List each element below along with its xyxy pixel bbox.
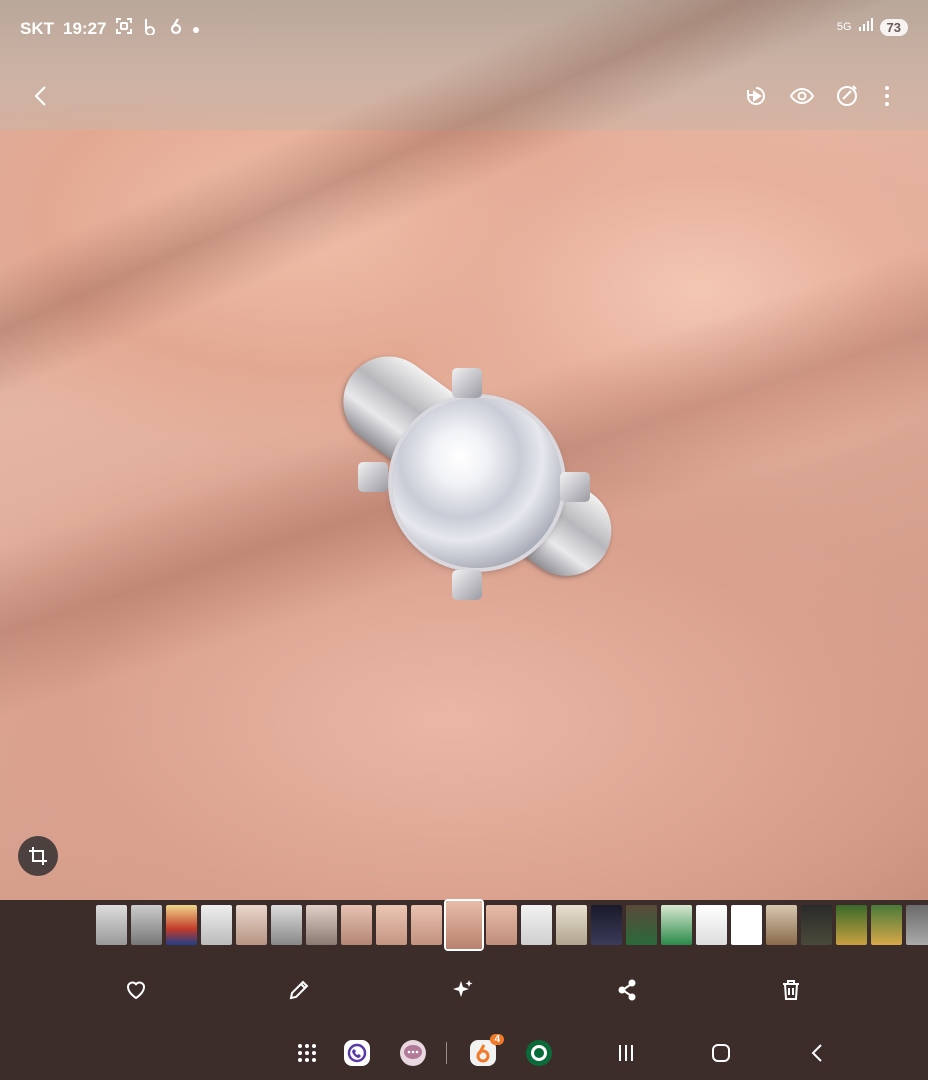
- crop-button[interactable]: [18, 836, 58, 876]
- starbucks-icon: [531, 1045, 547, 1061]
- thumbnail[interactable]: [766, 905, 797, 945]
- thumbnail[interactable]: [271, 905, 302, 945]
- ring-prong: [560, 472, 590, 502]
- notification-badge: 4: [490, 1034, 504, 1045]
- thumbnail[interactable]: [96, 905, 127, 945]
- thumbnail[interactable]: [556, 905, 587, 945]
- nav-back-button[interactable]: [803, 1038, 833, 1068]
- motion-photo-icon: [747, 87, 765, 105]
- thumbnail[interactable]: [626, 905, 657, 945]
- thumbnail[interactable]: [341, 905, 372, 945]
- b-app-icon: [142, 17, 160, 40]
- home-button[interactable]: [706, 1038, 736, 1068]
- bottom-actions: [0, 968, 928, 1012]
- view-button[interactable]: [780, 74, 824, 118]
- apps-grid-icon: [298, 1044, 316, 1062]
- ai-sparkle-icon: [453, 980, 473, 997]
- thumbnail[interactable]: [906, 905, 928, 945]
- thumbnail-current[interactable]: [446, 901, 482, 949]
- six-app[interactable]: 4: [470, 1034, 504, 1066]
- thumbnail[interactable]: [731, 905, 762, 945]
- edit-button[interactable]: [277, 968, 321, 1012]
- viewer-toolbar: [0, 70, 928, 124]
- dock-divider: [446, 1042, 447, 1064]
- starbucks-app[interactable]: [526, 1040, 552, 1066]
- messages-icon: [404, 1045, 422, 1059]
- favorite-button[interactable]: [114, 968, 158, 1012]
- six-app-icon: [169, 17, 183, 40]
- thumbnail[interactable]: [131, 905, 162, 945]
- battery-level: 73: [879, 18, 908, 36]
- back-button[interactable]: [20, 74, 64, 118]
- thumbnail[interactable]: [521, 905, 552, 945]
- thumbnail[interactable]: [486, 905, 517, 945]
- thumbnail[interactable]: [201, 905, 232, 945]
- more-icon: [885, 86, 889, 106]
- thumbnail[interactable]: [801, 905, 832, 945]
- thumbnail[interactable]: [661, 905, 692, 945]
- share-button[interactable]: [605, 968, 649, 1012]
- delete-icon: [783, 980, 799, 1000]
- more-options-button[interactable]: [865, 74, 909, 118]
- ring-prong: [452, 368, 482, 398]
- thumbnail[interactable]: [236, 905, 267, 945]
- recents-button[interactable]: [611, 1038, 641, 1068]
- clock-time: 19:27: [63, 18, 107, 38]
- signal-icon: [858, 17, 874, 37]
- home-icon: [712, 1044, 730, 1062]
- messages-app[interactable]: [400, 1040, 426, 1066]
- phone-icon: [347, 1043, 367, 1063]
- back-nav-icon: [811, 1044, 822, 1062]
- ring-prong: [358, 462, 388, 492]
- delete-button[interactable]: [769, 968, 813, 1012]
- back-icon: [34, 86, 46, 106]
- apps-grid-button[interactable]: [292, 1038, 322, 1068]
- thumbnail[interactable]: [696, 905, 727, 945]
- heart-icon: [126, 981, 146, 1000]
- share-icon: [618, 979, 636, 1001]
- diamond-stone: [392, 398, 562, 568]
- status-bar: SKT 19:27 5G 73: [0, 0, 928, 56]
- ai-edit-button[interactable]: [441, 968, 485, 1012]
- filmstrip[interactable]: [96, 901, 928, 949]
- screenshot-icon: [115, 17, 133, 40]
- edit-icon: [289, 980, 309, 1000]
- status-left: SKT 19:27: [20, 17, 200, 40]
- thumbnail[interactable]: [411, 905, 442, 945]
- recents-icon: [619, 1045, 633, 1061]
- phone-app[interactable]: [344, 1040, 370, 1066]
- thumbnail[interactable]: [166, 905, 197, 945]
- view-icon: [789, 87, 815, 105]
- dot-icon: [192, 19, 200, 39]
- remaster-button[interactable]: [825, 74, 869, 118]
- thumbnail[interactable]: [376, 905, 407, 945]
- thumbnail[interactable]: [871, 905, 902, 945]
- thumbnail[interactable]: [306, 905, 337, 945]
- thumbnail[interactable]: [836, 905, 867, 945]
- thumbnail[interactable]: [591, 905, 622, 945]
- photo-viewer[interactable]: [0, 0, 928, 900]
- crop-icon: [29, 847, 47, 865]
- network-type: 5G: [836, 21, 852, 33]
- carrier-label: SKT: [20, 18, 54, 38]
- motion-photo-button[interactable]: [734, 74, 778, 118]
- status-right: 5G 73: [837, 17, 908, 37]
- ring-prong: [452, 570, 482, 600]
- navigation-bar: 4: [0, 1030, 928, 1076]
- remaster-icon: [837, 85, 857, 106]
